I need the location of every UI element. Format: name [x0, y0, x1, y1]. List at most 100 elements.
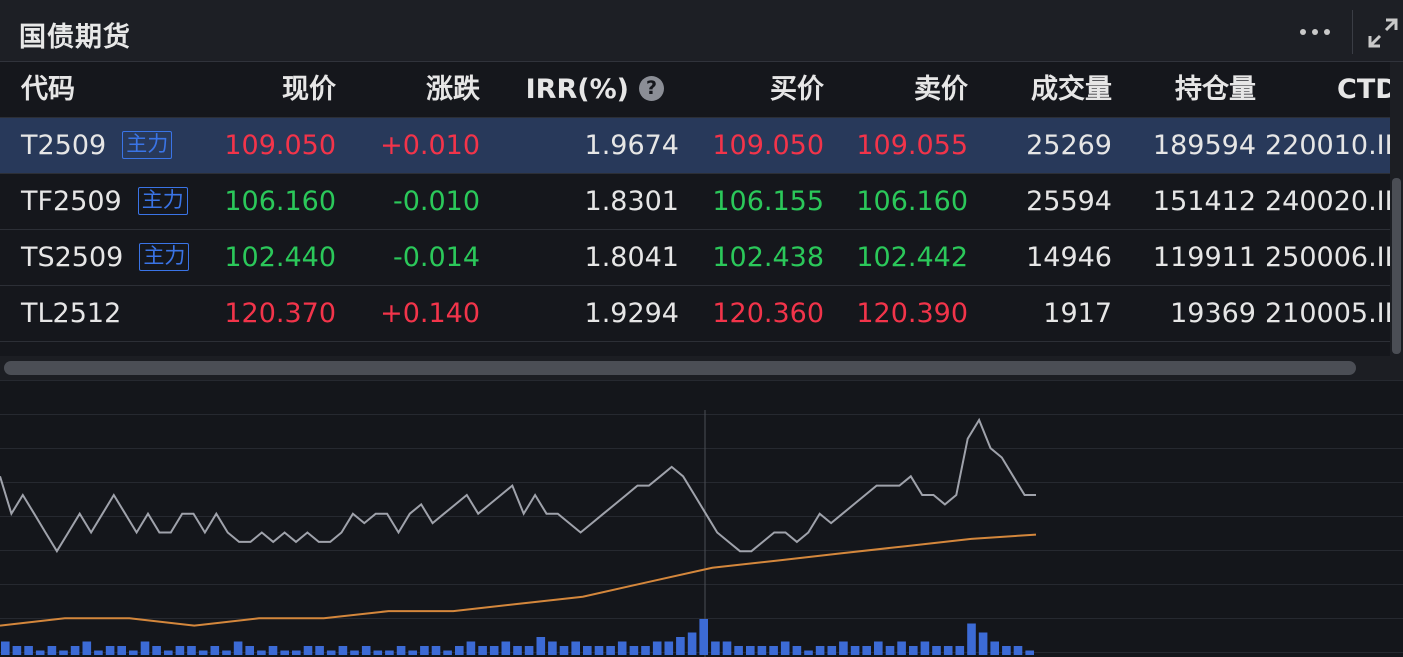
header-change[interactable]: 涨跌	[426, 62, 480, 118]
volume-bar	[117, 646, 126, 655]
volume-bar	[676, 637, 685, 655]
table-header: 代码 现价 涨跌 IRR(%)? 买价 卖价 成交量 持仓量 CTD	[0, 62, 1398, 118]
table-row[interactable]: TL2512 120.370 +0.140 1.9294 120.360 120.390 1…	[0, 286, 1403, 342]
table-row[interactable]: TF2509 主力 106.160 -0.010 1.8301 106.155 106.16…	[0, 174, 1403, 230]
table-row[interactable]: T2509 主力 109.050 +0.010 1.9674 109.050 109.055…	[0, 118, 1403, 174]
quotes-table: 代码 现价 涨跌 IRR(%)? 买价 卖价 成交量 持仓量 CTD T2509…	[0, 62, 1403, 342]
cell-code: TS2509 主力	[21, 230, 190, 286]
header-price[interactable]: 现价	[282, 62, 336, 118]
volume-bar	[583, 646, 592, 655]
volume-bar	[524, 646, 534, 655]
horizontal-scrollbar-thumb[interactable]	[4, 361, 1356, 375]
volume-bar	[850, 646, 860, 655]
cell-code: TL2512	[21, 286, 121, 342]
volume-bar	[792, 646, 802, 655]
volume-bar	[652, 641, 662, 655]
volume-bar	[489, 646, 499, 655]
intraday-chart[interactable]	[0, 380, 1403, 657]
volume-bar	[711, 641, 720, 655]
table-body: T2509 主力 109.050 +0.010 1.9674 109.050 109.055…	[0, 118, 1403, 342]
help-circle-icon[interactable]: ?	[639, 76, 664, 101]
volume-bar	[373, 650, 383, 655]
volume-bar	[431, 646, 441, 655]
volume-bar	[478, 646, 487, 655]
volume-bar	[815, 646, 825, 655]
header-open-interest[interactable]: 持仓量	[1175, 62, 1256, 118]
volume-bar	[594, 646, 604, 655]
volume-bar	[1002, 646, 1011, 655]
cell-open-interest: 119911	[1152, 242, 1256, 273]
average-series-line	[0, 533, 1037, 627]
volume-bar	[839, 641, 848, 655]
volume-bar	[408, 650, 417, 655]
header-code[interactable]: 代码	[21, 62, 75, 118]
volume-bar	[885, 646, 895, 655]
header-irr[interactable]: IRR(%)?	[526, 62, 664, 118]
volume-bar	[699, 619, 708, 655]
cell-irr: 1.9294	[584, 298, 679, 329]
volume-bar	[804, 650, 813, 655]
table-row[interactable]: TS2509 主力 102.440 -0.014 1.8041 102.438 102.44…	[0, 230, 1403, 286]
cell-bid: 106.155	[712, 186, 824, 217]
volume-bar	[361, 646, 371, 655]
volume-bar	[827, 646, 837, 655]
volume-bar	[897, 641, 906, 655]
volume-bar	[862, 646, 871, 655]
cell-bid: 109.050	[712, 130, 824, 161]
volume-bar	[35, 650, 45, 655]
volume-bar	[967, 623, 976, 655]
cell-price: 120.370	[224, 298, 336, 329]
volume-bar	[129, 650, 138, 655]
volume-bar	[617, 641, 627, 655]
header-ask[interactable]: 卖价	[914, 62, 968, 118]
header-ctd[interactable]: CTD	[1337, 62, 1398, 118]
price-series-line	[0, 417, 1036, 554]
header-bid[interactable]: 买价	[770, 62, 824, 118]
cell-irr: 1.8041	[584, 242, 679, 273]
main-contract-badge: 主力	[139, 243, 190, 271]
cell-change: -0.010	[392, 186, 480, 217]
volume-bar	[548, 641, 557, 655]
volume-bar	[350, 650, 359, 655]
volume-bar	[466, 641, 476, 655]
expand-icon[interactable]	[1366, 16, 1400, 50]
volume-bar	[932, 646, 941, 655]
volume-bar	[909, 646, 918, 655]
panel-title: 国债期货	[19, 22, 131, 53]
cell-change: +0.140	[380, 298, 480, 329]
bond-futures-panel: 国债期货 代码 现价 涨跌 IRR(%)? 买价 卖价 成交量 持仓量 CTD …	[0, 0, 1403, 657]
cell-irr: 1.9674	[584, 130, 679, 161]
volume-bar	[245, 646, 254, 655]
more-horizontal-icon[interactable]	[1298, 22, 1332, 42]
main-contract-badge: 主力	[137, 187, 188, 215]
cell-open-interest: 189594	[1152, 130, 1256, 161]
header-irr-label: IRR(%)	[525, 74, 629, 105]
cell-open-interest: 19369	[1170, 298, 1256, 329]
cell-volume: 1917	[1043, 298, 1112, 329]
volume-bar	[1013, 646, 1023, 655]
volume-bar	[513, 646, 522, 655]
volume-bar	[641, 646, 650, 655]
cell-ask: 109.055	[856, 130, 968, 161]
cell-volume: 14946	[1026, 242, 1112, 273]
volume-bar	[420, 646, 429, 655]
vertical-scrollbar-thumb[interactable]	[1392, 178, 1401, 354]
volume-bar	[443, 650, 452, 655]
contract-code: TS2509	[21, 242, 124, 273]
header-divider	[1352, 10, 1353, 54]
cell-price: 102.440	[224, 242, 336, 273]
volume-bar	[559, 646, 569, 655]
volume-bar	[105, 646, 115, 655]
cell-open-interest: 151412	[1152, 186, 1256, 217]
cell-code: T2509 主力	[21, 118, 173, 174]
cell-ctd: 250006.IB	[1265, 242, 1403, 273]
cell-ask: 106.160	[856, 186, 968, 217]
volume-bar	[746, 646, 755, 655]
header-volume[interactable]: 成交量	[1031, 62, 1112, 118]
volume-bar	[780, 641, 790, 655]
volume-bar	[47, 646, 57, 655]
volume-bar	[687, 632, 697, 655]
cell-ctd: 240020.IB	[1265, 186, 1403, 217]
volume-bar	[874, 641, 883, 655]
cell-volume: 25269	[1026, 130, 1112, 161]
